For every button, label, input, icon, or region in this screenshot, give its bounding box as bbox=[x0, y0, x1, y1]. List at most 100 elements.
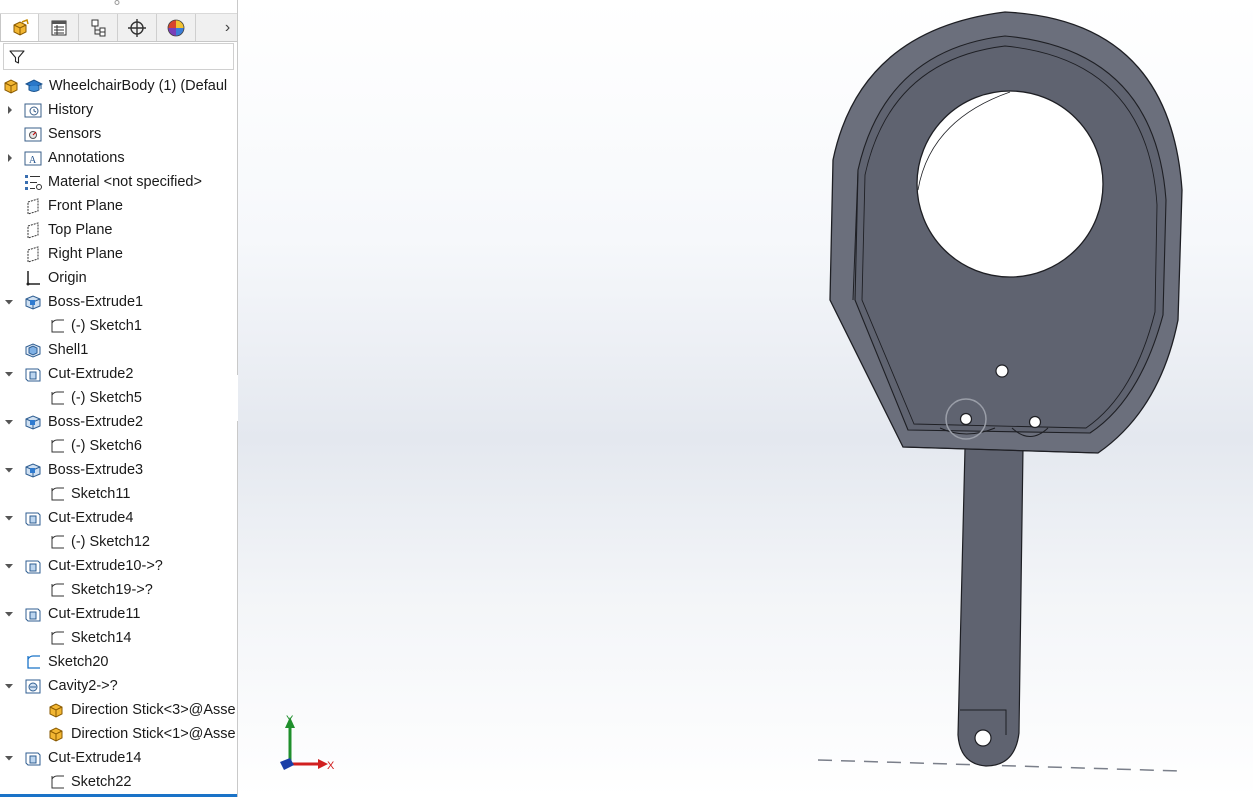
collapse-arrow-icon[interactable] bbox=[4, 753, 14, 763]
tree-item[interactable]: Origin bbox=[0, 266, 237, 290]
tree-item[interactable]: Cut-Extrude11 bbox=[0, 602, 237, 626]
part-icon bbox=[49, 703, 63, 718]
tree-root-label: WheelchairBody (1) (Defaul bbox=[49, 78, 228, 94]
sketch-icon bbox=[51, 535, 64, 549]
tree-item[interactable]: Sketch19->? bbox=[0, 578, 237, 602]
wheelchair-body-model[interactable] bbox=[829, 11, 1183, 767]
dimxpert-tab[interactable] bbox=[118, 14, 157, 41]
display-manager-tab[interactable] bbox=[157, 14, 196, 41]
svg-text:A: A bbox=[29, 155, 37, 166]
tree-item-label: Sketch22 bbox=[71, 774, 132, 790]
part-icon bbox=[13, 18, 29, 36]
sketch-icon bbox=[51, 775, 64, 789]
crosshair-icon bbox=[128, 18, 146, 37]
origin-icon bbox=[26, 271, 40, 286]
appearance-ball-icon bbox=[167, 19, 185, 36]
tree-item-label: Cut-Extrude4 bbox=[48, 510, 134, 526]
shell-icon bbox=[25, 343, 41, 358]
filter-icon[interactable] bbox=[9, 49, 25, 65]
property-list-icon bbox=[51, 20, 67, 35]
tree-item-label: Cut-Extrude10->? bbox=[48, 558, 163, 574]
tree-item-label: Cut-Extrude2 bbox=[48, 366, 134, 382]
sensors-folder-icon bbox=[24, 127, 42, 142]
collapse-arrow-icon[interactable] bbox=[4, 561, 14, 571]
tree-item-label: Cut-Extrude11 bbox=[48, 606, 141, 622]
tree-item-label: History bbox=[48, 102, 94, 118]
cut-extrude-icon bbox=[25, 560, 41, 574]
panel-grip-icon[interactable] bbox=[114, 0, 120, 5]
tree-item[interactable]: Cut-Extrude10->? bbox=[0, 554, 237, 578]
tree-item[interactable]: Cut-Extrude14 bbox=[0, 746, 237, 770]
history-folder-icon bbox=[24, 103, 42, 118]
tree-item[interactable]: Boss-Extrude1 bbox=[0, 290, 237, 314]
tree-item-label: Boss-Extrude2 bbox=[48, 414, 144, 430]
tree-item-label: Direction Stick<1>@Asse bbox=[71, 726, 236, 742]
tree-item[interactable]: A Annotations bbox=[0, 146, 237, 170]
tree-item-label: (-) Sketch5 bbox=[71, 390, 142, 406]
tree-item[interactable]: Shell1 bbox=[0, 338, 237, 362]
cut-extrude-icon bbox=[25, 512, 41, 526]
tree-item[interactable]: Direction Stick<3>@Asse bbox=[0, 698, 237, 722]
sketch-icon bbox=[51, 487, 64, 501]
expand-arrow-icon[interactable] bbox=[5, 105, 15, 115]
collapse-arrow-icon[interactable] bbox=[4, 465, 14, 475]
tree-item[interactable]: Sketch22 bbox=[0, 770, 237, 794]
collapse-arrow-icon[interactable] bbox=[4, 297, 14, 307]
collapse-arrow-icon[interactable] bbox=[4, 417, 14, 427]
tree-item-label: (-) Sketch12 bbox=[71, 534, 150, 550]
tree-item[interactable]: (-) Sketch12 bbox=[0, 530, 237, 554]
sketch-icon bbox=[51, 439, 64, 453]
plane-icon bbox=[27, 222, 39, 239]
tree-item[interactable]: Boss-Extrude2 bbox=[0, 410, 237, 434]
tree-item[interactable]: Boss-Extrude3 bbox=[0, 458, 237, 482]
sketch-icon bbox=[51, 319, 64, 333]
tabs-more-chevron-icon[interactable]: › bbox=[218, 14, 237, 41]
tree-item[interactable]: (-) Sketch1 bbox=[0, 314, 237, 338]
propertymanager-tab[interactable] bbox=[40, 14, 79, 41]
tree-item[interactable]: (-) Sketch5 bbox=[0, 386, 237, 410]
boss-extrude-icon bbox=[25, 295, 41, 310]
tree-item[interactable]: History bbox=[0, 98, 237, 122]
sketch-icon bbox=[51, 583, 64, 597]
collapse-arrow-icon[interactable] bbox=[4, 609, 14, 619]
sketch-blue-icon bbox=[27, 655, 40, 669]
cut-extrude-icon bbox=[25, 752, 41, 766]
collapse-arrow-icon[interactable] bbox=[4, 513, 14, 523]
collapse-arrow-icon[interactable] bbox=[4, 681, 14, 691]
tree-item[interactable]: Cut-Extrude4 bbox=[0, 506, 237, 530]
tree-item-label: Boss-Extrude3 bbox=[48, 462, 144, 478]
cut-extrude-icon bbox=[25, 368, 41, 382]
part-icon bbox=[49, 727, 63, 742]
tree-root-part[interactable]: WheelchairBody (1) (Defaul bbox=[0, 74, 237, 98]
tree-item[interactable]: Top Plane bbox=[0, 218, 237, 242]
tree-filter-bar[interactable] bbox=[3, 43, 234, 70]
tree-item[interactable]: Sensors bbox=[0, 122, 237, 146]
featuremanager-tab[interactable] bbox=[0, 14, 39, 41]
tree-item-label: Shell1 bbox=[48, 342, 89, 358]
tree-item-label: (-) Sketch1 bbox=[71, 318, 142, 334]
tree-item-label: Sketch19->? bbox=[71, 582, 153, 598]
tree-item[interactable]: Direction Stick<1>@Asse bbox=[0, 722, 237, 746]
triad-x-label: X bbox=[327, 760, 335, 772]
tree-item[interactable]: (-) Sketch6 bbox=[0, 434, 237, 458]
configurationmanager-tab[interactable] bbox=[79, 14, 118, 41]
tree-item[interactable]: Sketch20 bbox=[0, 650, 237, 674]
tree-item[interactable]: Cut-Extrude2 bbox=[0, 362, 237, 386]
tree-item[interactable]: Material <not specified> bbox=[0, 170, 237, 194]
collapse-arrow-icon[interactable] bbox=[4, 369, 14, 379]
graphics-area[interactable] bbox=[238, 0, 1253, 797]
cavity-icon bbox=[25, 679, 41, 694]
boss-extrude-icon bbox=[25, 463, 41, 478]
cut-extrude-icon bbox=[25, 608, 41, 622]
plane-icon bbox=[27, 198, 39, 215]
tree-item-label: Boss-Extrude1 bbox=[48, 294, 144, 310]
tree-item-label: Right Plane bbox=[48, 246, 123, 262]
tree-item[interactable]: Sketch14 bbox=[0, 626, 237, 650]
expand-arrow-icon[interactable] bbox=[5, 153, 15, 163]
tree-item[interactable]: Cavity2->? bbox=[0, 674, 237, 698]
tree-item[interactable]: Right Plane bbox=[0, 242, 237, 266]
tree-item-label: Sketch11 bbox=[71, 486, 131, 502]
tree-item[interactable]: Front Plane bbox=[0, 194, 237, 218]
tree-item-label: Cavity2->? bbox=[48, 678, 118, 694]
tree-item[interactable]: Sketch11 bbox=[0, 482, 237, 506]
